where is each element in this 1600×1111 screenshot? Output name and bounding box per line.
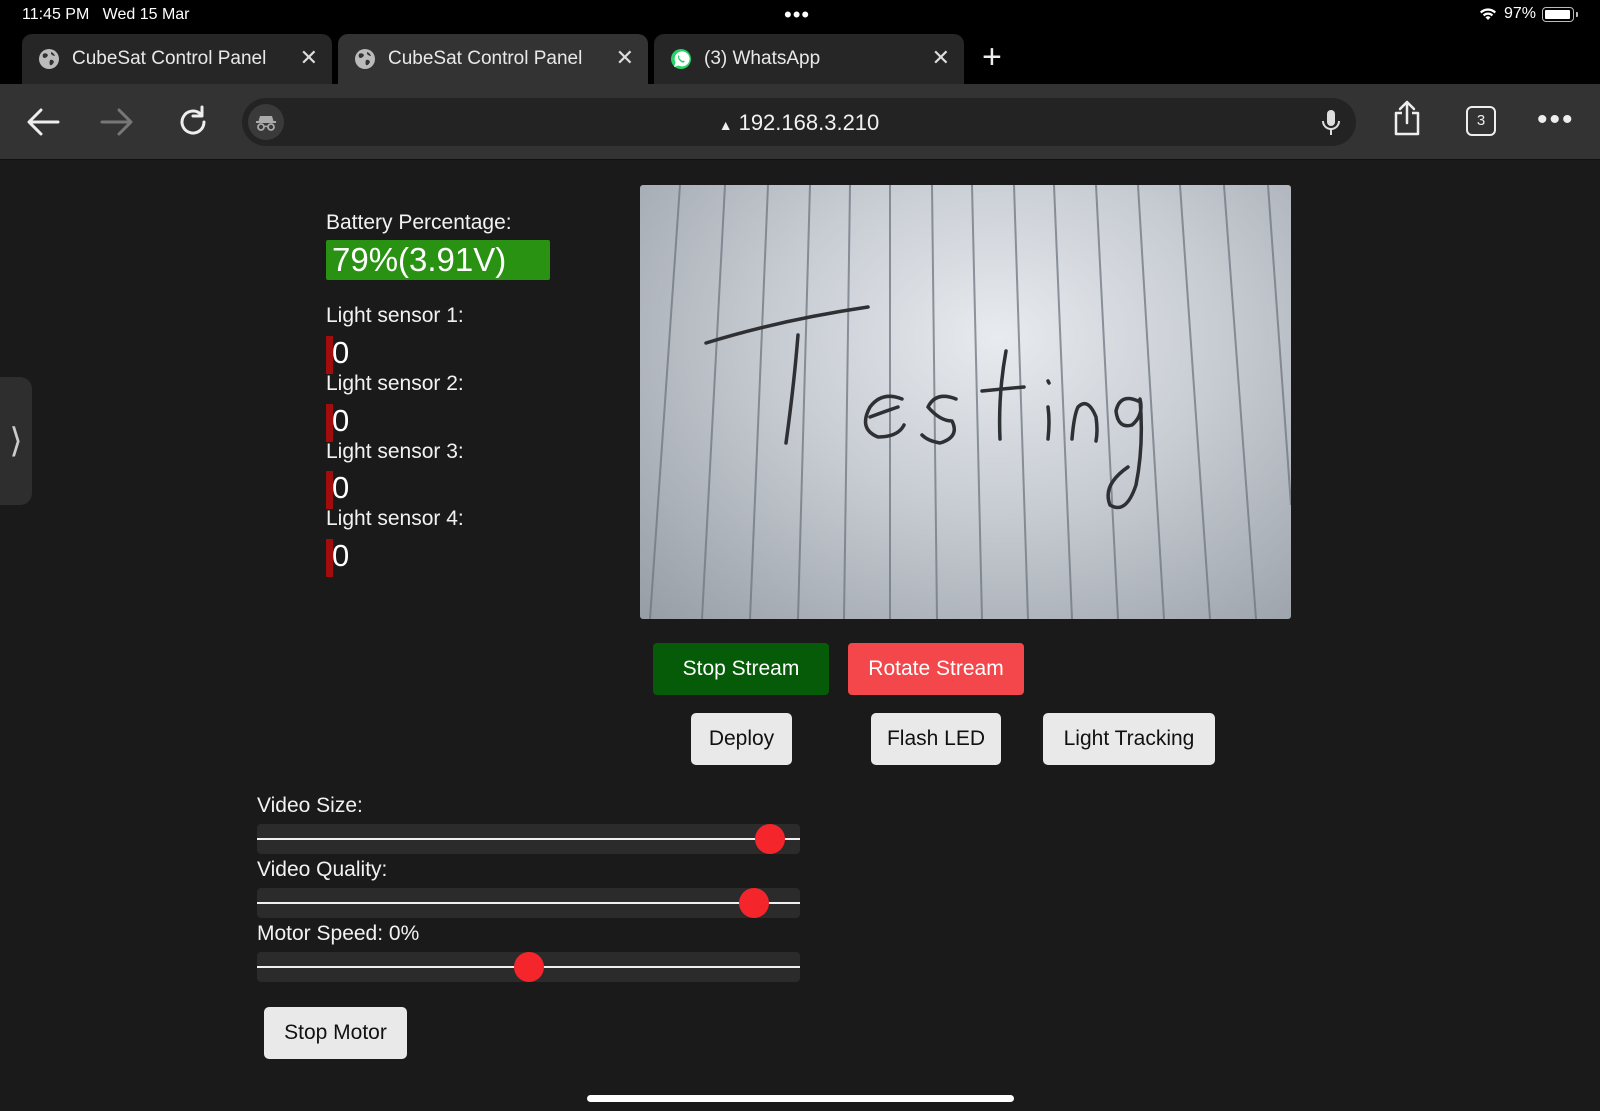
flash-led-button[interactable]: Flash LED [871,713,1001,765]
home-indicator[interactable] [587,1095,1014,1102]
tab-label: CubeSat Control Panel [388,48,583,69]
new-tab-plus-icon[interactable]: + [982,37,1002,77]
tab-label: CubeSat Control Panel [72,48,267,69]
status-time: 11:45 PM Wed 15 Mar [22,6,190,23]
video-size-label: Video Size: [257,794,363,817]
more-options-icon[interactable]: ••• [1537,105,1575,135]
status-indicators: 97% [1478,5,1578,23]
whatsapp-icon [671,49,691,69]
tab-count-button[interactable]: 3 [1466,106,1496,136]
tab-whatsapp[interactable]: (3) WhatsApp ✕ [654,34,964,84]
slider-track [257,838,800,840]
light-sensor-1-value: 0 [332,335,350,370]
light-sensor-3-label: Light sensor 3: [326,440,464,463]
camera-stream [640,185,1291,619]
motor-speed-thumb[interactable] [514,952,544,982]
battery-percent: 97% [1503,5,1536,22]
wifi-icon [1479,8,1496,20]
tab-strip: CubeSat Control Panel ✕ CubeSat Control … [0,32,1600,84]
multitasking-dots-icon[interactable]: ••• [784,2,810,28]
tab-label: (3) WhatsApp [704,48,821,69]
deploy-button[interactable]: Deploy [691,713,792,765]
url-text[interactable]: ▲ 192.168.3.210 [242,110,1356,136]
globe-icon [39,49,59,69]
reload-icon [180,105,206,135]
microphone-icon[interactable] [1320,108,1342,138]
handwritten-testing [704,305,1144,510]
light-sensor-2-value: 0 [332,403,350,438]
battery-value: 79%(3.91V) [326,240,550,280]
battery-icon [1542,6,1574,22]
side-panel-handle[interactable]: ⟩ [0,377,32,505]
forward-button[interactable] [96,101,138,143]
forward-arrow-icon [100,108,133,136]
back-arrow-icon [27,108,60,136]
tab-cubesat-1[interactable]: CubeSat Control Panel ✕ [22,34,332,84]
motor-speed-slider[interactable] [257,952,800,982]
battery-nub [1576,11,1578,17]
slider-track [257,902,800,904]
back-button[interactable] [22,101,64,143]
reload-button[interactable] [172,101,214,143]
status-bar: 11:45 PM Wed 15 Mar ••• 97% [0,0,1600,32]
tab-cubesat-2[interactable]: CubeSat Control Panel ✕ [338,34,648,84]
battery-label: Battery Percentage: [326,211,512,234]
light-sensor-4-label: Light sensor 4: [326,507,464,530]
light-sensor-3-value: 0 [332,470,350,505]
stop-motor-button[interactable]: Stop Motor [264,1007,407,1059]
share-button[interactable] [1386,97,1428,139]
chevron-right-icon: ⟩ [9,422,23,460]
video-size-thumb[interactable] [755,824,785,854]
light-sensor-4-value: 0 [332,538,350,573]
globe-icon [355,49,375,69]
close-icon[interactable]: ✕ [300,47,318,69]
warning-triangle-icon: ▲ [718,117,733,133]
control-panel-page: ⟩ Battery Percentage: 79%(3.91V) Light s… [0,160,1600,1111]
video-quality-label: Video Quality: [257,858,388,881]
address-bar[interactable]: ▲ 192.168.3.210 [242,98,1356,146]
video-quality-thumb[interactable] [739,888,769,918]
browser-toolbar: ▲ 192.168.3.210 3 ••• [0,84,1600,160]
video-quality-slider[interactable] [257,888,800,918]
share-icon [1394,100,1420,136]
light-tracking-button[interactable]: Light Tracking [1043,713,1215,765]
motor-speed-label: Motor Speed: 0% [257,922,420,945]
close-icon[interactable]: ✕ [616,47,634,69]
close-icon[interactable]: ✕ [932,47,950,69]
light-sensor-2-label: Light sensor 2: [326,372,464,395]
rotate-stream-button[interactable]: Rotate Stream [848,643,1024,695]
battery-fill [1545,9,1570,19]
stop-stream-button[interactable]: Stop Stream [653,643,829,695]
camera-frame-image [649,185,1291,619]
video-size-slider[interactable] [257,824,800,854]
light-sensor-1-label: Light sensor 1: [326,304,464,327]
